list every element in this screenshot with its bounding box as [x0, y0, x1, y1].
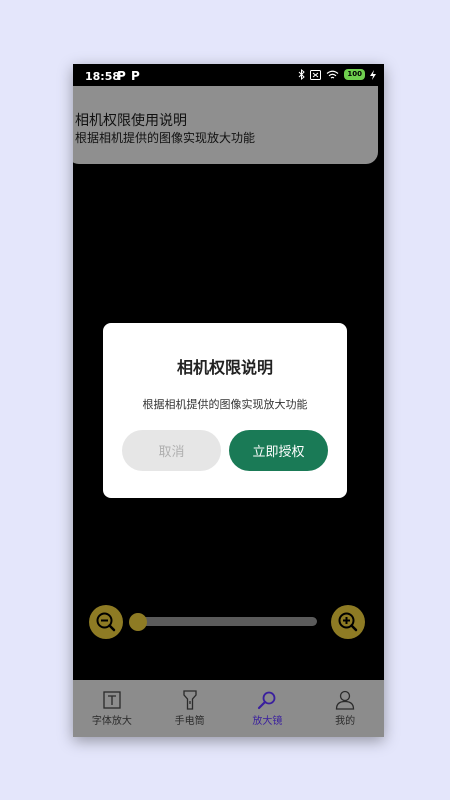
nav-item-text-size[interactable]: 字体放大 [73, 680, 151, 737]
cancel-button[interactable]: 取消 [122, 430, 221, 471]
bluetooth-icon [299, 69, 306, 80]
charging-icon [370, 69, 376, 80]
permission-dialog: 相机权限说明 根据相机提供的图像实现放大功能 取消 立即授权 [103, 323, 347, 498]
zoom-slider-track[interactable] [135, 617, 317, 626]
battery-indicator: 100 [344, 69, 365, 80]
authorize-button[interactable]: 立即授权 [229, 430, 328, 471]
notification-p-icon: P [131, 69, 140, 83]
status-bar: 18:58 P P 100 [73, 64, 384, 88]
wifi-icon [326, 70, 339, 78]
nav-label: 字体放大 [91, 716, 132, 727]
zoom-slider-thumb[interactable] [129, 613, 147, 631]
flashlight-icon [182, 690, 197, 710]
bottom-navigation: 字体放大 手电筒 放大镜 我的 [73, 680, 384, 737]
permission-banner-description: 根据相机提供的图像实现放大功能 [75, 131, 256, 145]
phone-screen: 18:58 P P 100 相机权限使用说明 根据相机提供的图像实现放大功能 相… [73, 64, 384, 737]
permission-banner: 相机权限使用说明 根据相机提供的图像实现放大功能 [73, 86, 378, 164]
nav-item-magnifier[interactable]: 放大镜 [229, 680, 307, 737]
nav-label: 放大镜 [252, 716, 283, 727]
nav-item-profile[interactable]: 我的 [306, 680, 384, 737]
zoom-in-button[interactable] [331, 605, 365, 639]
nav-label: 手电筒 [174, 716, 205, 727]
profile-icon [335, 690, 355, 710]
status-time: 18:58 [85, 70, 121, 83]
status-icons: 100 [298, 69, 376, 80]
zoom-in-icon [338, 612, 358, 632]
permission-banner-title: 相机权限使用说明 [75, 113, 187, 129]
zoom-out-icon [96, 612, 116, 632]
notification-p-icon: P [117, 69, 126, 83]
dialog-message: 根据相机提供的图像实现放大功能 [142, 398, 308, 411]
nav-label: 我的 [335, 716, 356, 727]
text-size-icon [103, 691, 121, 709]
nav-item-flashlight[interactable]: 手电筒 [151, 680, 229, 737]
sim-icon [310, 69, 322, 80]
dialog-title: 相机权限说明 [176, 358, 273, 377]
zoom-out-button[interactable] [89, 605, 123, 639]
magnifier-icon [258, 691, 276, 710]
